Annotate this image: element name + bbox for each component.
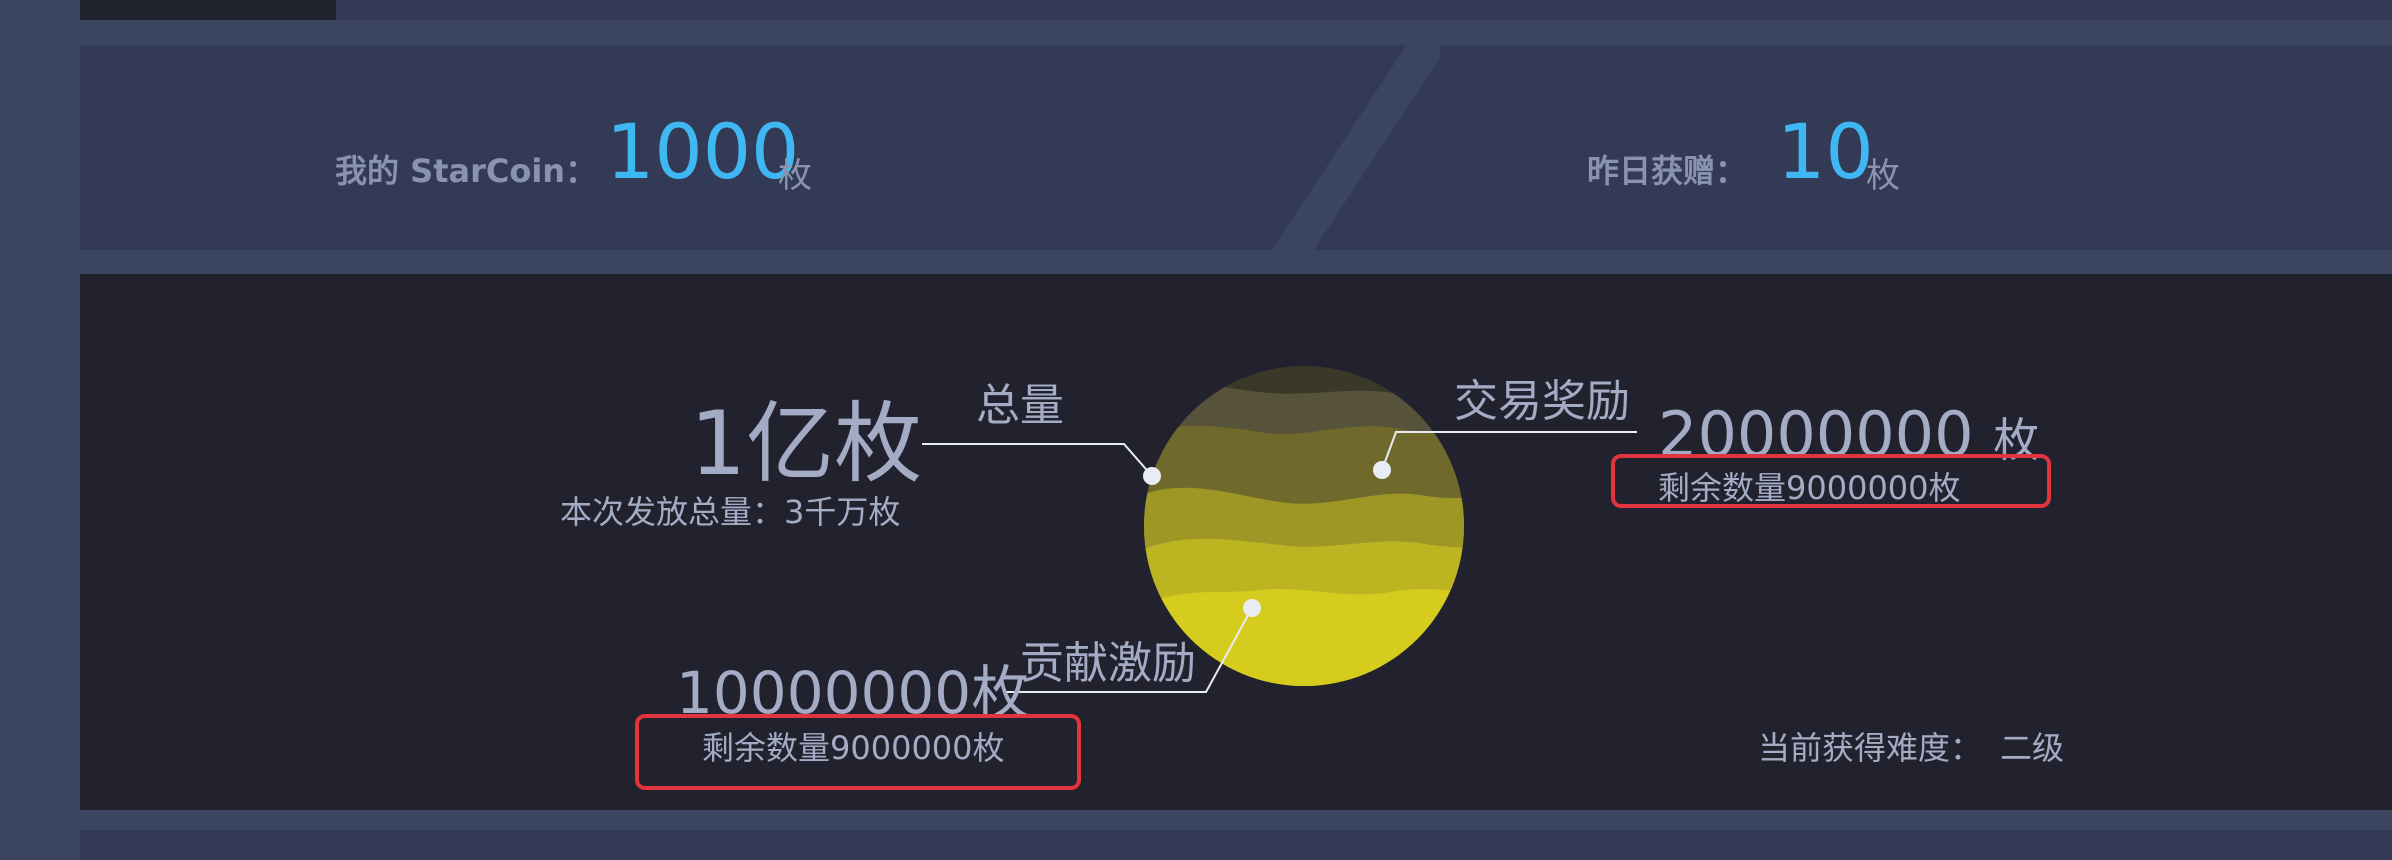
difficulty-value: 二级 [2000,729,2065,767]
bottom-band [80,830,2392,860]
total-marker [1143,467,1161,485]
total-leader-line [922,443,1153,477]
trade-remaining: 剩余数量9000000枚 [1658,469,1961,507]
trade-marker [1373,461,1391,479]
total-label: 总量 [976,380,1064,431]
total-value: 1亿枚 [690,392,922,495]
difficulty-label: 当前获得难度： [1758,729,1983,767]
issued-note: 本次发放总量：3千万枚 [560,493,901,531]
contrib-remaining: 剩余数量9000000枚 [702,729,1005,767]
contrib-marker [1243,599,1261,617]
contrib-label: 贡献激励 [1020,638,1196,689]
trade-label: 交易奖励 [1454,376,1630,427]
